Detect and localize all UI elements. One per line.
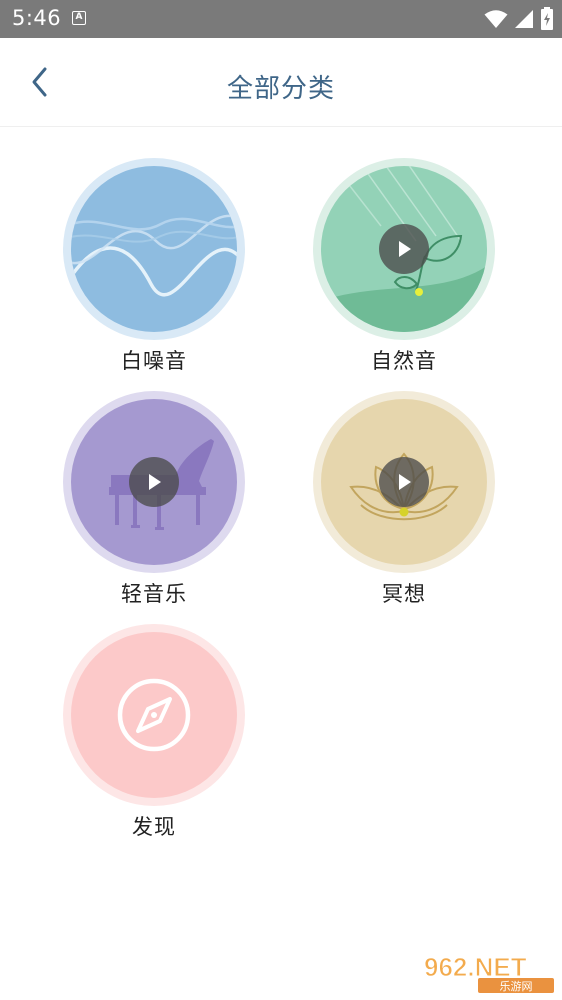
status-icons — [484, 7, 554, 31]
play-button[interactable] — [379, 457, 429, 507]
category-label: 白噪音 — [121, 349, 187, 373]
category-nature[interactable]: 自然音 — [304, 158, 504, 375]
play-icon — [399, 241, 411, 257]
header: 全部分类 — [0, 38, 562, 127]
play-icon — [399, 474, 411, 490]
battery-icon — [541, 7, 553, 30]
page-title: 全部分类 — [226, 74, 335, 104]
category-label: 冥想 — [382, 582, 426, 606]
category-label: 发现 — [132, 815, 176, 839]
category-white-noise[interactable]: 白噪音 — [54, 158, 254, 375]
svg-text:乐游网: 乐游网 — [500, 980, 533, 993]
play-button[interactable] — [379, 224, 429, 274]
category-discover[interactable]: 发现 — [54, 624, 254, 841]
notification-app-icon: A — [72, 11, 86, 25]
wave-art — [71, 214, 237, 297]
watermark-logo: 962.NET 乐游网 — [422, 950, 556, 994]
category-meditation[interactable]: 冥想 — [304, 391, 504, 608]
play-icon — [149, 474, 161, 490]
compass-icon — [117, 678, 191, 752]
category-light-music[interactable]: 轻音乐 — [54, 391, 254, 608]
signal-icon — [515, 10, 533, 28]
status-time: 5:46 — [12, 6, 62, 30]
category-label: 轻音乐 — [121, 582, 187, 606]
status-bar: 5:46 A — [0, 0, 562, 38]
svg-text:962.NET: 962.NET — [424, 952, 527, 982]
category-label: 自然音 — [371, 349, 437, 373]
play-button[interactable] — [129, 457, 179, 507]
wifi-icon — [484, 10, 508, 28]
